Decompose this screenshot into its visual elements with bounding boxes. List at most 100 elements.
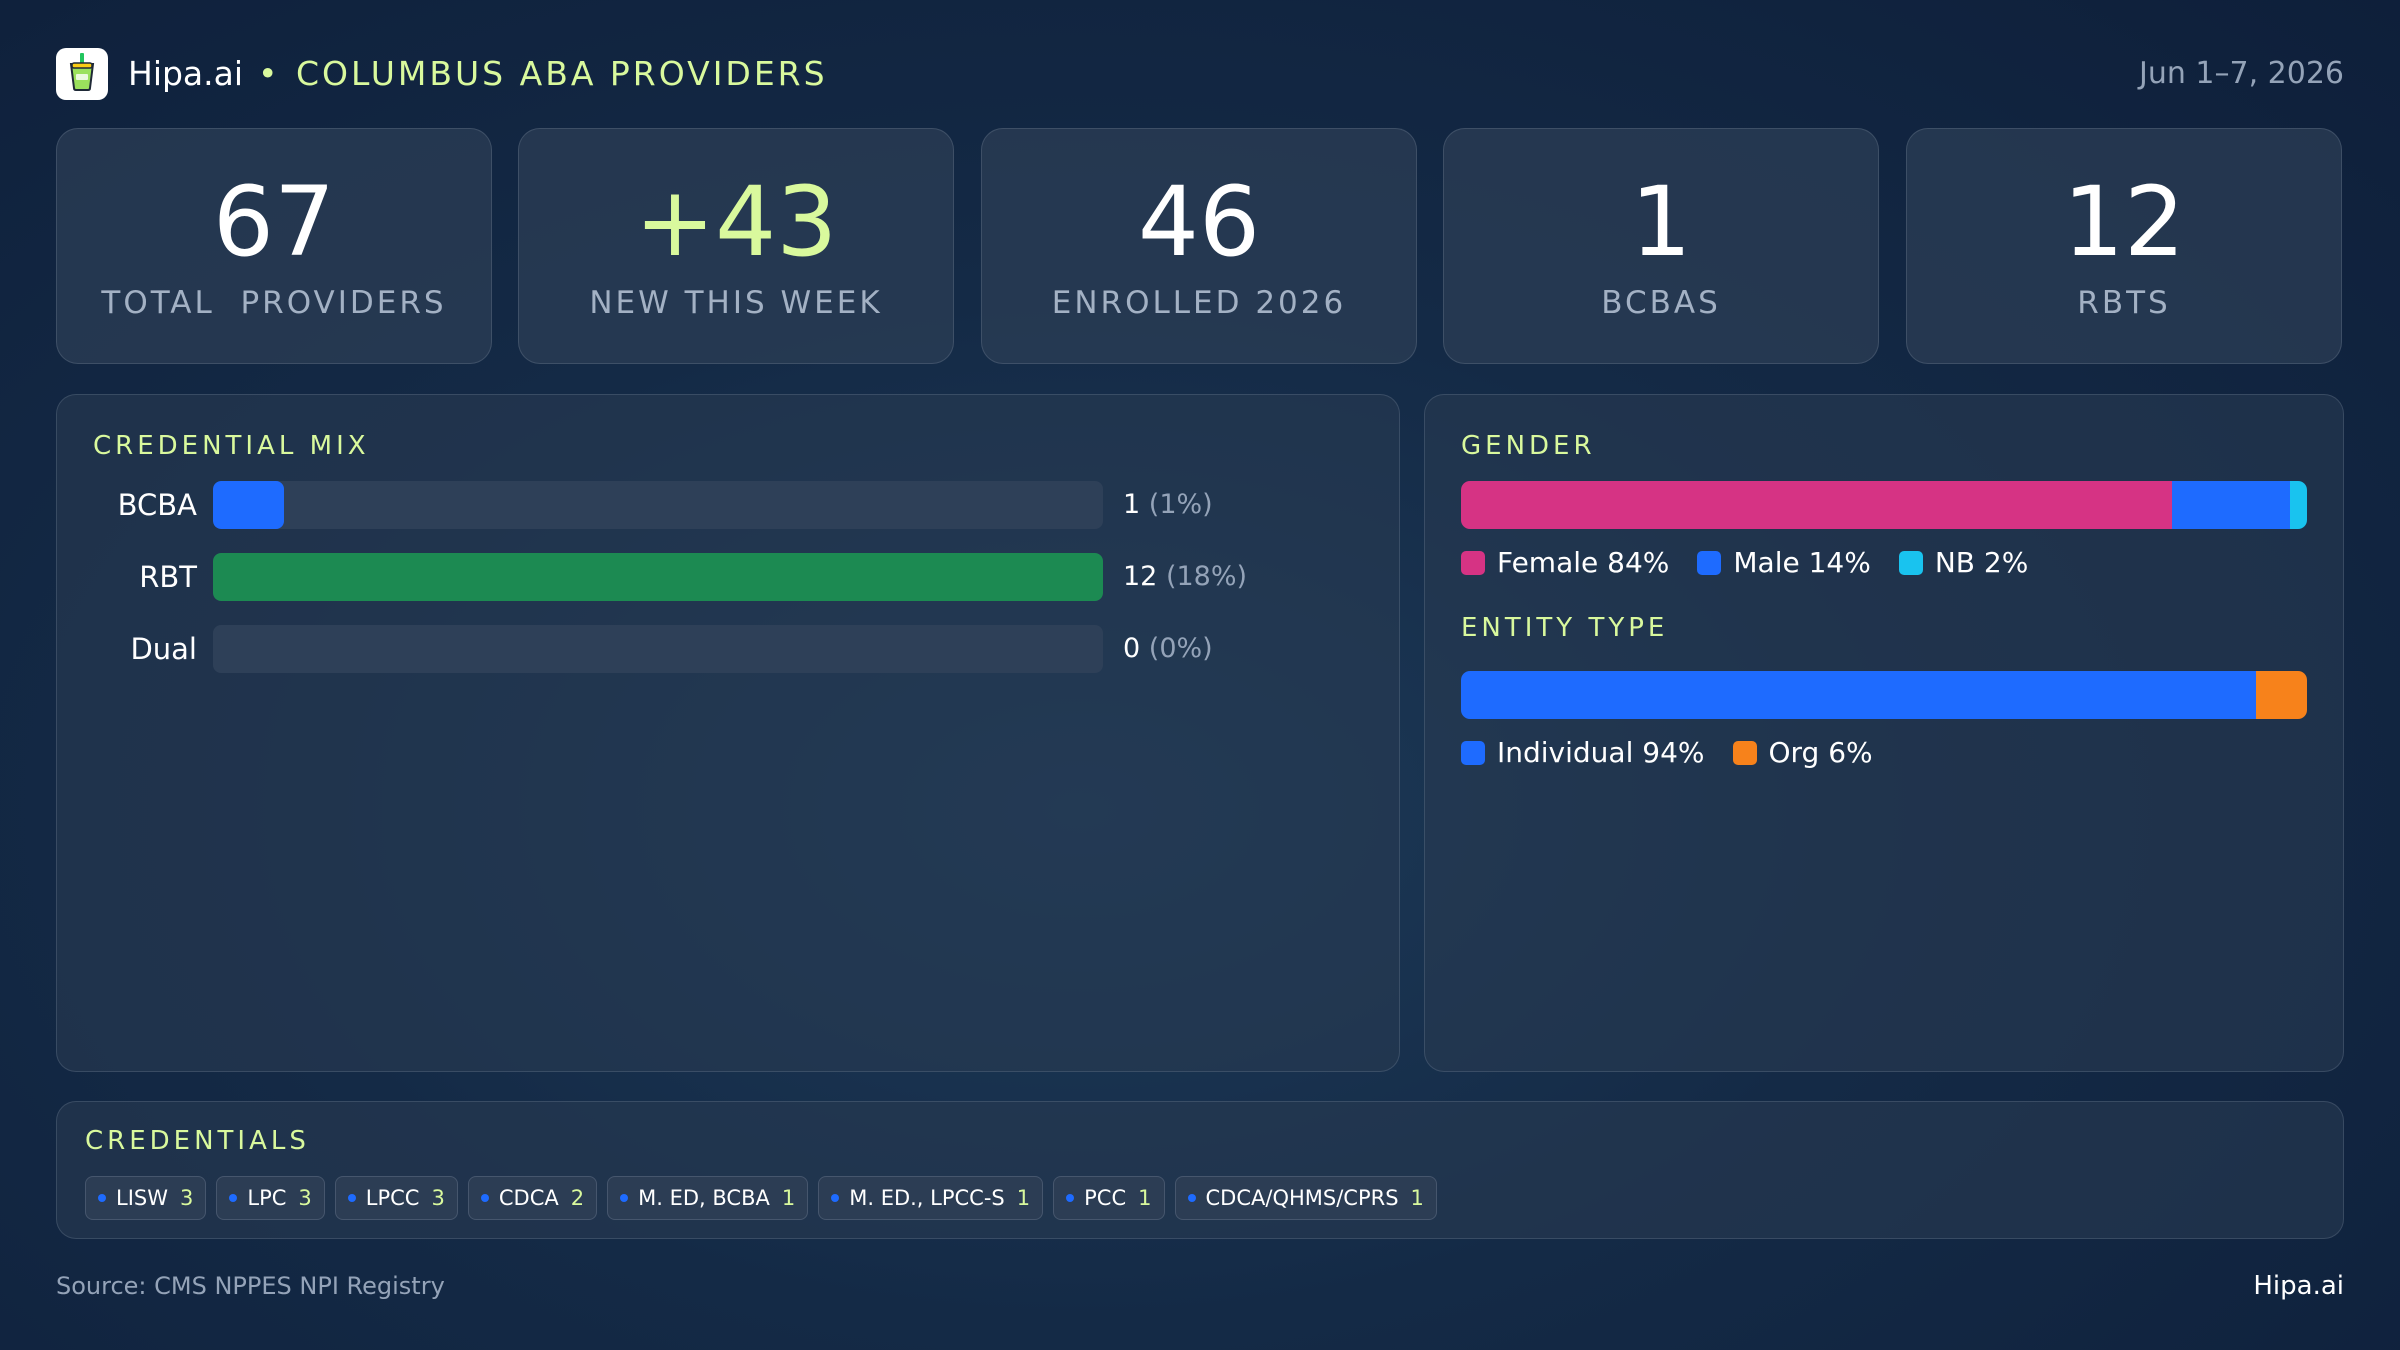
mix-percent: (1%) [1148,489,1213,520]
chip-label: CDCA [498,1186,559,1210]
section-title: GENDER [1461,431,1596,461]
chip-dot-icon [620,1194,629,1202]
chip-count: 3 [298,1186,312,1210]
stat-label: ENROLLED 2026 [1051,285,1347,321]
mix-track [213,625,1103,673]
credential-chip-list: LISW 3 LPC 3 LPCC 3 CDCA 2 M. ED, BCBA 1 M. E… [85,1176,1437,1220]
mix-track [213,481,1103,529]
stat-card-rbts: 12 RBTS [1906,128,2342,364]
chip-count: 3 [431,1186,445,1210]
mix-count: 0 [1123,633,1141,664]
stat-label: NEW THIS WEEK [589,285,883,321]
stat-label: TOTAL PROVIDERS [101,285,447,321]
section-title: CREDENTIAL MIX [93,431,370,461]
credential-mix-panel: CREDENTIAL MIX BCBA 1 (1%) RBT 12 (18%) … [56,394,1400,1072]
chip-dot-icon [229,1194,238,1202]
chip-dot-icon [1187,1194,1196,1202]
legend-swatch [1461,741,1485,765]
stat-value: 12 [2062,166,2186,278]
gender-legend: Female 84% Male 14% NB 2% [1461,543,2028,583]
stat-value: +43 [634,166,838,278]
chip-dot-icon [98,1194,106,1202]
mix-percent: (0%) [1148,633,1213,664]
section-title: ENTITY TYPE [1461,613,1669,643]
legend-item: Male 14% [1697,543,1871,583]
chip-label: LISW [116,1186,168,1210]
chip-label: M. ED, BCBA [638,1186,770,1210]
mix-row-label: Dual [130,632,197,666]
gender-segment-male [2171,481,2291,529]
footer-brand: Hipa.ai [2253,1271,2344,1301]
gender-segment-female [1461,481,2172,529]
mix-bar-rbt [213,553,1103,601]
entity-legend: Individual 94% Org 6% [1461,733,1873,773]
drink-cup-icon [65,52,99,96]
chip-count: 1 [1410,1186,1424,1210]
date-range: Jun 1–7, 2026 [2138,56,2344,91]
chip-count: 1 [781,1186,796,1210]
stat-value: 67 [212,166,336,278]
page-title: COLUMBUS ABA PROVIDERS [296,54,828,93]
credential-chip: CDCA 2 [467,1176,598,1220]
entity-segment-org [2256,671,2307,719]
chip-count: 1 [1016,1186,1031,1210]
credentials-panel: CREDENTIALS LISW 3 LPC 3 LPCC 3 CDCA 2 M. ED… [56,1101,2344,1239]
legend-item: NB 2% [1898,543,2029,583]
mix-count: 12 [1123,561,1158,592]
legend-swatch [1732,741,1757,765]
legend-swatch [1461,551,1485,575]
legend-swatch [1898,551,1923,575]
chip-label: LPC [247,1186,287,1210]
stat-card-total-providers: 67 TOTAL PROVIDERS [56,128,492,364]
chip-dot-icon [831,1194,840,1202]
mix-row-value: 0 (0%) [1123,625,1213,673]
legend-label: Individual 94% [1497,736,1705,769]
chip-count: 2 [570,1186,585,1210]
chip-count: 1 [1138,1186,1152,1210]
legend-swatch [1697,551,1722,575]
mix-row-label: BCBA [117,488,197,522]
section-title: CREDENTIALS [85,1126,310,1156]
title-separator: • [258,54,278,93]
chip-count: 3 [180,1186,194,1210]
gender-stacked-bar [1461,481,2307,529]
entity-segment-individual [1461,671,2257,719]
mix-count: 1 [1123,489,1141,520]
stat-card-enrolled-2026: 46 ENROLLED 2026 [981,128,1417,364]
legend-label: Org 6% [1768,736,1873,769]
legend-item: Female 84% [1461,543,1669,583]
chip-dot-icon [1066,1194,1075,1202]
credential-chip: LPC 3 [216,1176,325,1220]
stat-card-new-this-week: +43 NEW THIS WEEK [518,128,954,364]
demographics-panel: GENDER Female 84% Male 14% NB 2% ENTITY … [1424,394,2344,1072]
credential-chip: LISW 3 [85,1176,207,1220]
legend-label: Female 84% [1497,546,1670,579]
credential-chip: PCC 1 [1053,1176,1165,1220]
stat-value: 1 [1630,166,1692,278]
legend-label: Male 14% [1733,546,1871,579]
chip-label: M. ED., LPCC-S [849,1186,1005,1210]
gender-segment-nb [2290,481,2307,529]
chip-label: LPCC [365,1186,420,1210]
stat-value: 46 [1137,166,1261,278]
mix-percent: (18%) [1165,561,1248,592]
mix-track [213,553,1103,601]
chip-label: CDCA/QHMS/CPRS [1205,1186,1399,1210]
credential-chip: LPCC 3 [334,1176,458,1220]
legend-item: Org 6% [1732,733,1873,773]
chip-dot-icon [480,1194,489,1202]
app-logo [56,48,108,100]
legend-label: NB 2% [1934,546,2029,579]
footer-source: Source: CMS NPPES NPI Registry [56,1272,445,1300]
chip-label: PCC [1084,1186,1127,1210]
stat-label: BCBAS [1601,285,1721,321]
mix-row-label: RBT [139,560,197,594]
chip-dot-icon [347,1194,356,1202]
credential-chip: M. ED., LPCC-S 1 [818,1176,1044,1220]
credential-chip: CDCA/QHMS/CPRS 1 [1174,1176,1437,1220]
stat-label: RBTS [2077,285,2171,321]
legend-item: Individual 94% [1461,733,1705,773]
brand-name: Hipa.ai [128,54,244,93]
mix-row-value: 12 (18%) [1123,553,1247,601]
mix-bar-bcba [213,481,285,529]
